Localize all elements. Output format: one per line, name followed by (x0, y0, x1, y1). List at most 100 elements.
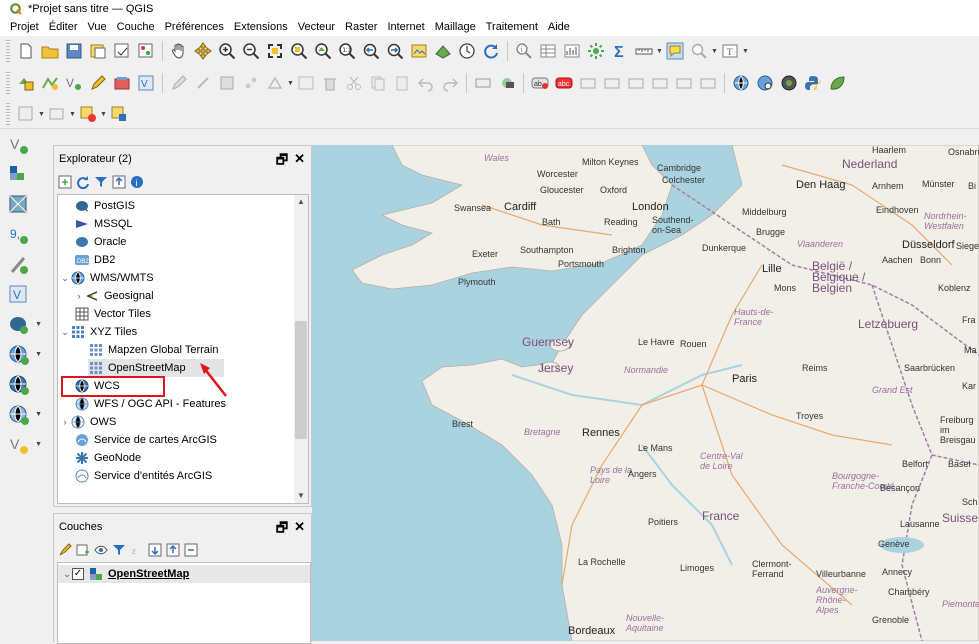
select-features-button[interactable] (15, 103, 37, 125)
python-console-button[interactable] (802, 72, 824, 94)
undo-button[interactable] (415, 72, 437, 94)
toolbar-grip[interactable] (6, 72, 10, 94)
digitize-button[interactable] (87, 72, 109, 94)
add-mesh-button[interactable] (6, 192, 32, 218)
zoom-full-button[interactable] (264, 40, 286, 62)
deselect-features-button[interactable] (77, 103, 99, 125)
zoom-last-button[interactable] (360, 40, 382, 62)
identify-features-button[interactable]: i (513, 40, 535, 62)
collapse-all-layers-button[interactable] (165, 542, 181, 558)
add-vector-button[interactable]: V (6, 132, 32, 158)
browser-item-postgis[interactable]: PostGIS (74, 197, 135, 215)
manage-map-themes-button[interactable] (93, 542, 109, 558)
add-selected-layers-button[interactable] (57, 174, 73, 190)
vertex-tool-dropdown-arrow[interactable]: ▼ (287, 80, 294, 87)
layer-labeling-button[interactable] (496, 72, 518, 94)
refresh-button[interactable] (480, 40, 502, 62)
expanded-chevron-icon[interactable]: ⌄ (62, 569, 72, 580)
rotate-label-button[interactable] (673, 72, 695, 94)
add-wcs-button[interactable] (6, 372, 32, 398)
open-project-button[interactable] (39, 40, 61, 62)
new-map-view-button[interactable] (408, 40, 430, 62)
add-wms-layer-button[interactable] (111, 72, 133, 94)
save-edits-button[interactable] (216, 72, 238, 94)
toolbar-grip[interactable] (6, 40, 10, 62)
collapsed-chevron-icon[interactable]: › (60, 417, 70, 427)
statistics-panel-button[interactable] (561, 40, 583, 62)
browser-item-arcgis-feature-service[interactable]: Service d'entités ArcGIS (74, 467, 212, 485)
browser-scrollbar[interactable]: ▲ ▼ (294, 194, 309, 504)
expanded-chevron-icon[interactable]: ⌄ (60, 273, 70, 284)
vertex-tool-button[interactable] (264, 72, 286, 94)
style-manager-button[interactable] (135, 40, 157, 62)
data-source-manager-button[interactable] (15, 72, 37, 94)
select-features-dropdown-arrow[interactable]: ▼ (38, 111, 45, 118)
collapsed-chevron-icon[interactable]: › (74, 291, 84, 301)
save-project-button[interactable] (63, 40, 85, 62)
add-delimited-text-button[interactable]: 9, (6, 222, 32, 248)
menu-preferences[interactable]: Préférences (160, 21, 229, 33)
new-print-layout-button[interactable] (87, 40, 109, 62)
expand-all-button[interactable] (147, 542, 163, 558)
menu-raster[interactable]: Raster (340, 21, 382, 33)
add-virtual-button[interactable]: V (6, 282, 32, 308)
quickmapservices-button[interactable] (778, 72, 800, 94)
layer-styling-button[interactable] (57, 542, 73, 558)
menu-vue[interactable]: Vue (83, 21, 112, 33)
toolbox-button[interactable] (585, 40, 607, 62)
menu-vecteur[interactable]: Vecteur (293, 21, 340, 33)
menu-internet[interactable]: Internet (382, 21, 429, 33)
zoom-out-button[interactable] (240, 40, 262, 62)
filter-legend-button[interactable] (111, 542, 127, 558)
browser-item-geosignal[interactable]: › Geosignal (74, 287, 154, 305)
measure-button[interactable] (633, 40, 655, 62)
remove-layer-button[interactable] (183, 542, 199, 558)
zoom-to-selection-button[interactable] (288, 40, 310, 62)
browser-item-arcgis-map-service[interactable]: Service de cartes ArcGIS (74, 431, 217, 449)
zoom-next-button[interactable] (384, 40, 406, 62)
layer-labeling-options-button[interactable]: ab (529, 72, 551, 94)
collapse-all-button[interactable] (111, 174, 127, 190)
redo-button[interactable] (439, 72, 461, 94)
browser-item-xyz-tiles[interactable]: ⌄ XYZ Tiles (60, 323, 137, 341)
statistical-summary-button[interactable]: Σ (609, 40, 631, 62)
temporal-controller-button[interactable] (456, 40, 478, 62)
current-edits-button[interactable] (168, 72, 190, 94)
add-wms-button[interactable]: ▼ (6, 342, 42, 368)
select-by-value-dropdown-arrow[interactable]: ▼ (69, 111, 76, 118)
browser-refresh-button[interactable] (75, 174, 91, 190)
deselect-dropdown-arrow[interactable]: ▼ (100, 111, 107, 118)
select-dropdown-arrow[interactable]: ▼ (711, 48, 718, 55)
highlight-pinned-labels-button[interactable] (577, 72, 599, 94)
copy-features-button[interactable] (367, 72, 389, 94)
show-hide-labels-button[interactable] (625, 72, 647, 94)
pan-to-selection-button[interactable] (192, 40, 214, 62)
pin-unpin-labels-button[interactable] (601, 72, 623, 94)
browser-item-ows[interactable]: › OWS (60, 413, 116, 431)
move-label-button[interactable] (649, 72, 671, 94)
scroll-down-arrow-icon[interactable]: ▼ (294, 489, 308, 503)
menu-extensions[interactable]: Extensions (229, 21, 293, 33)
scroll-up-arrow-icon[interactable]: ▲ (294, 195, 308, 209)
undock-icon[interactable]: 🗗 (276, 519, 288, 541)
annotation-dropdown-arrow[interactable]: ▼ (742, 48, 749, 55)
zoom-native-button[interactable]: 1:1 (336, 40, 358, 62)
browser-item-mapzen-global-terrain[interactable]: Mapzen Global Terrain (88, 341, 218, 359)
layer-diagram-options-button[interactable]: abc (553, 72, 575, 94)
toolbar-grip[interactable] (6, 103, 10, 125)
undock-icon[interactable]: 🗗 (276, 151, 288, 173)
new-project-button[interactable] (15, 40, 37, 62)
add-spatialite-button[interactable] (6, 252, 32, 278)
measure-dropdown-arrow[interactable]: ▼ (656, 48, 663, 55)
menu-aide[interactable]: Aide (543, 21, 575, 33)
zoom-to-layer-button[interactable] (312, 40, 334, 62)
menu-couche[interactable]: Couche (112, 21, 160, 33)
menu-editer[interactable]: Éditer (44, 21, 83, 33)
new-3d-map-button[interactable] (432, 40, 454, 62)
map-canvas[interactable]: Wales Milton Keynes Cambridge Worcester … (312, 145, 979, 641)
plugin-extra-button[interactable] (826, 72, 848, 94)
modify-attributes-button[interactable] (295, 72, 317, 94)
filter-by-expression-button[interactable]: ε (129, 542, 145, 558)
scrollbar-thumb[interactable] (295, 321, 307, 439)
filter-browser-button[interactable] (93, 174, 109, 190)
